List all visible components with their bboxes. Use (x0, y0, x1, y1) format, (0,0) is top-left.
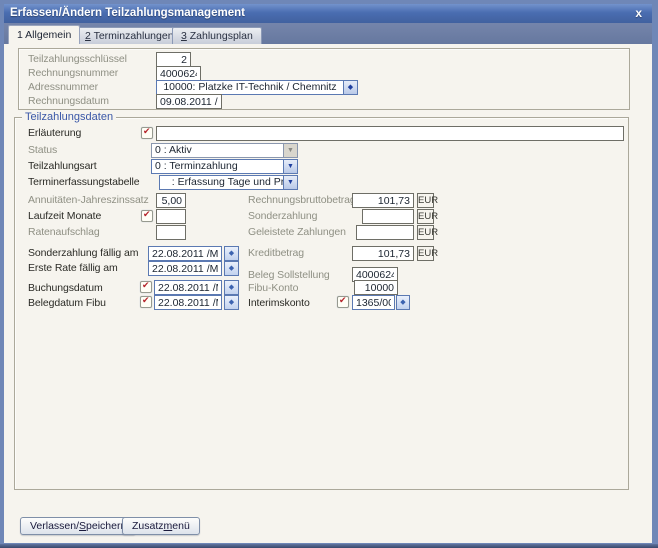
zusatzmenue-button[interactable]: Zusatzmenü (122, 517, 200, 535)
terminerfassungstabelle-combo[interactable]: : Erfassung Tage und Prozent ▼ (159, 175, 298, 190)
tab-zahlungsplan-label: Zahlungsplan (187, 30, 253, 42)
sonderzahlung-label: Sonderzahlung (248, 210, 317, 223)
terminerfassungstabelle-label: Terminerfassungstabelle (28, 176, 140, 189)
sonderzahlung-faellig-spinner-icon[interactable]: ◆ (224, 246, 239, 261)
adressnummer-label: Adressnummer (28, 81, 98, 94)
tab-allgemein[interactable]: 1 Allgemein (8, 25, 80, 44)
dialog-window: Erfassen/Ändern Teilzahlungsmanagement x… (0, 0, 658, 548)
status-dropdown-icon: ▼ (283, 144, 297, 157)
buchungsdatum-checkbox[interactable]: ✔ (140, 281, 152, 293)
erlaeuterung-label: Erläuterung (28, 127, 81, 140)
buchungsdatum-label: Buchungsdatum (28, 282, 103, 295)
sonderzahlung-field[interactable] (362, 209, 414, 224)
fibu-konto-label: Fibu-Konto (248, 282, 298, 295)
kreditbetrag-unit: EUR (417, 246, 434, 261)
rechnungsbrutto-label: Rechnungsbruttobetrag (248, 194, 356, 207)
laufzeit-checkbox[interactable]: ✔ (141, 210, 153, 222)
rechnungsdatum-label: Rechnungsdatum (28, 95, 109, 108)
verlassen-speichern-button[interactable]: Verlassen/Speichern (20, 517, 136, 535)
menu-label-post: enü (172, 520, 190, 532)
buchungsdatum-spinner-icon[interactable]: ◆ (224, 280, 239, 295)
terminerfassungstabelle-dropdown-icon[interactable]: ▼ (283, 176, 297, 189)
interimskonto-spinner-icon[interactable]: ◆ (396, 295, 410, 310)
erlaeuterung-checkbox[interactable]: ✔ (141, 127, 153, 139)
teilzahlungsart-combo[interactable]: 0 : Terminzahlung ▼ (151, 159, 298, 174)
rechnungsbrutto-field[interactable] (352, 193, 414, 208)
teilzahlungsart-label: Teilzahlungsart (28, 160, 97, 173)
check-icon: ✔ (143, 126, 151, 137)
window-title: Erfassen/Ändern Teilzahlungsmanagement (10, 7, 245, 19)
interimskonto-field[interactable] (352, 295, 395, 310)
erste-rate-label: Erste Rate fällig am (28, 262, 118, 275)
erlaeuterung-field[interactable] (156, 126, 624, 141)
save-label-mnemonic: S (79, 520, 86, 532)
sonderzahlung-faellig-field[interactable] (148, 246, 222, 261)
teilzahlungsschluessel-label: Teilzahlungsschlüssel (28, 53, 127, 66)
ratenaufschlag-field[interactable] (156, 225, 186, 240)
tab-terminzahlungen-label: Terminzahlungen (91, 30, 174, 42)
kreditbetrag-field[interactable] (352, 246, 414, 261)
belegdatum-field[interactable] (154, 295, 222, 310)
terminerfassungstabelle-value: : Erfassung Tage und Prozent (160, 176, 283, 189)
tab-terminzahlungen[interactable]: 2 Terminzahlungen (76, 27, 183, 44)
save-label-post: peichern (86, 520, 126, 532)
adressnummer-combo[interactable]: 10000: Platzke IT-Technik / Chemnitz ◆ (156, 80, 358, 95)
save-label-pre: Verlassen/ (30, 520, 79, 532)
kreditbetrag-label: Kreditbetrag (248, 247, 304, 260)
ratenaufschlag-label: Ratenaufschlag (28, 226, 100, 239)
check-icon: ✔ (339, 295, 347, 306)
laufzeit-field[interactable] (156, 209, 186, 224)
rechnungsbrutto-unit: EUR (417, 193, 434, 208)
title-bar: Erfassen/Ändern Teilzahlungsmanagement x (4, 4, 652, 23)
belegdatum-spinner-icon[interactable]: ◆ (224, 295, 239, 310)
adressnummer-lookup-icon[interactable]: ◆ (343, 81, 357, 94)
rechnungsnummer-label: Rechnungsnummer (28, 67, 118, 80)
window-bottom-shadow (0, 544, 658, 548)
tab-bar: 1 Allgemein 2 Terminzahlungen 3 Zahlungs… (4, 23, 652, 44)
beleg-sollstellung-label: Beleg Sollstellung (248, 269, 330, 282)
belegdatum-checkbox[interactable]: ✔ (140, 296, 152, 308)
sonderzahlung-faellig-label: Sonderzahlung fällig am (28, 247, 138, 260)
geleistete-label: Geleistete Zahlungen (248, 226, 346, 239)
teilzahlungsdaten-group-box (14, 117, 629, 490)
tab-allgemein-label: Allgemein (23, 29, 71, 41)
status-label: Status (28, 144, 57, 157)
check-icon: ✔ (142, 295, 150, 306)
check-icon: ✔ (143, 209, 151, 220)
tab-zahlungsplan[interactable]: 3 Zahlungsplan (172, 27, 262, 44)
rechnungsnummer-field[interactable] (156, 66, 201, 81)
rechnungsdatum-field[interactable] (156, 94, 222, 109)
buchungsdatum-field[interactable] (154, 280, 222, 295)
menu-label-mnemonic: m (164, 520, 173, 532)
interimskonto-checkbox[interactable]: ✔ (337, 296, 349, 308)
annuitaeten-field[interactable] (156, 193, 186, 208)
status-value: 0 : Aktiv (152, 144, 283, 157)
laufzeit-label: Laufzeit Monate (28, 210, 101, 223)
status-combo: 0 : Aktiv ▼ (151, 143, 298, 158)
teilzahlungsschluessel-field[interactable] (156, 52, 191, 67)
teilzahlungsart-dropdown-icon[interactable]: ▼ (283, 160, 297, 173)
sonderzahlung-unit: EUR (417, 209, 434, 224)
belegdatum-label: Belegdatum Fibu (28, 297, 106, 310)
interimskonto-label: Interimskonto (248, 297, 310, 310)
check-icon: ✔ (142, 280, 150, 291)
geleistete-field[interactable] (356, 225, 414, 240)
group-title: Teilzahlungsdaten (22, 111, 116, 123)
teilzahlungsart-value: 0 : Terminzahlung (152, 160, 283, 173)
geleistete-unit: EUR (417, 225, 434, 240)
menu-label-pre: Zusatz (132, 520, 164, 532)
adressnummer-value: 10000: Platzke IT-Technik / Chemnitz (157, 81, 343, 94)
annuitaeten-label: Annuitäten-Jahreszinssatz (28, 194, 149, 207)
erste-rate-field[interactable] (148, 261, 222, 276)
erste-rate-spinner-icon[interactable]: ◆ (224, 261, 239, 276)
fibu-konto-field[interactable] (354, 280, 398, 295)
close-icon[interactable]: x (635, 4, 642, 23)
